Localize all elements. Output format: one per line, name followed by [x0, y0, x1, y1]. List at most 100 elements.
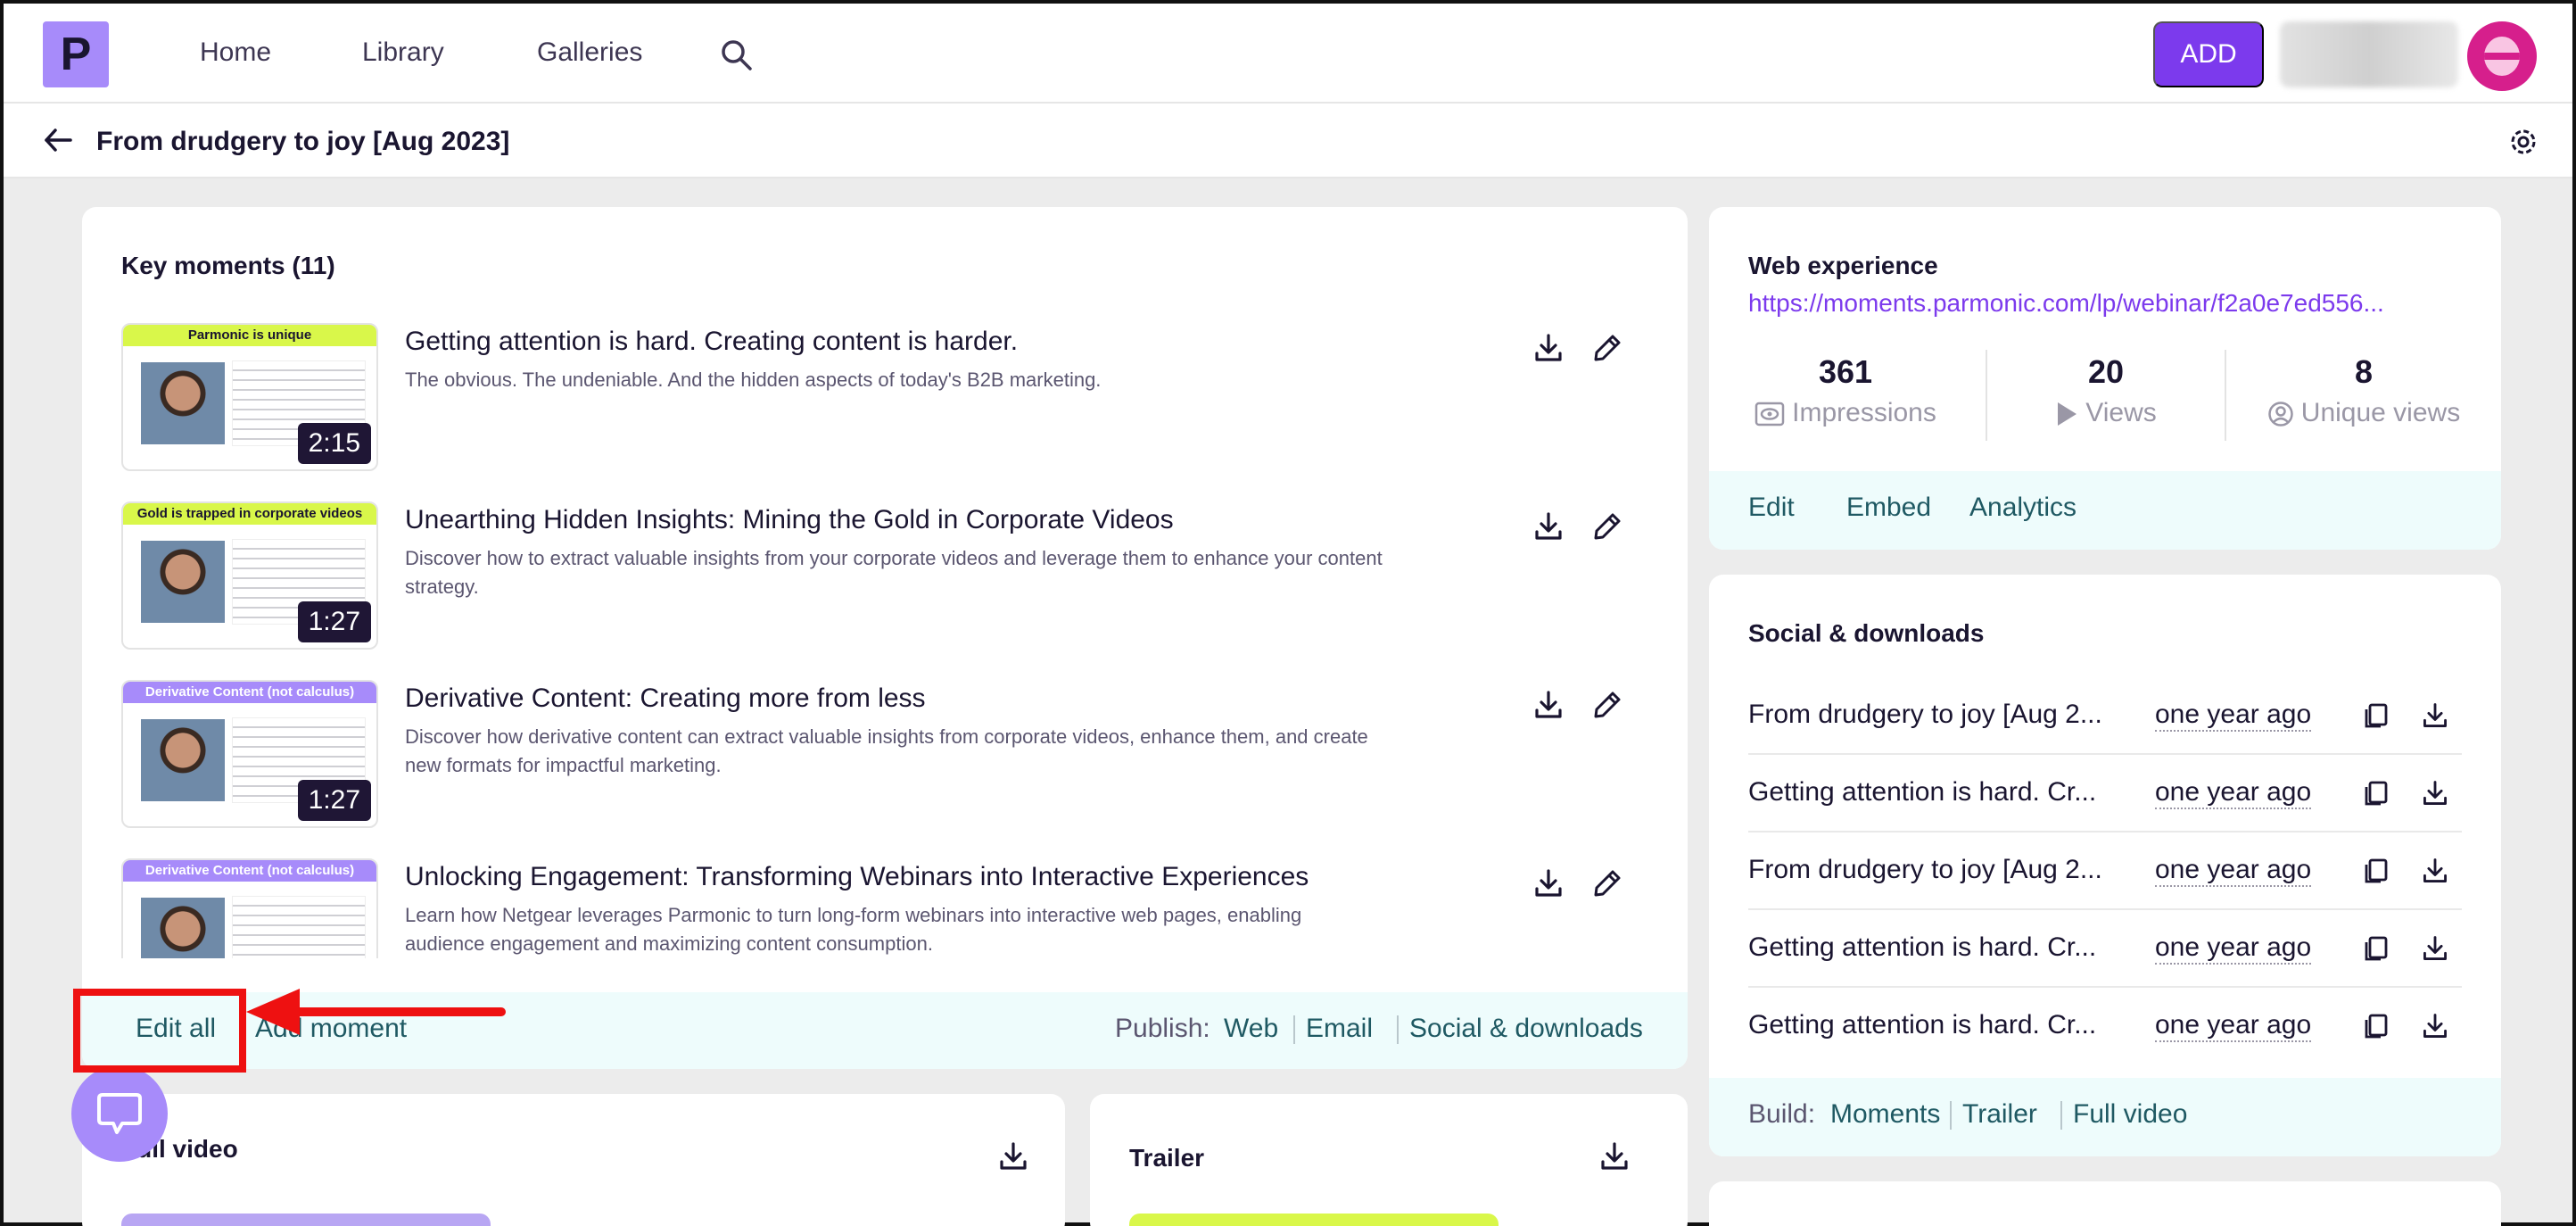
- duration-badge: 1:27: [297, 780, 371, 821]
- parmonic-logo[interactable]: P: [43, 21, 109, 87]
- nav-library-link[interactable]: Library: [362, 37, 444, 68]
- publish-web-link[interactable]: Web: [1224, 1014, 1278, 1044]
- chat-widget-button[interactable]: [71, 1065, 168, 1162]
- list-item[interactable]: From drudgery to joy [Aug 2... one year …: [1748, 833, 2462, 910]
- asset-name[interactable]: Getting attention is hard. Cr...: [1748, 932, 2096, 963]
- pencil-icon[interactable]: [1591, 510, 1623, 543]
- moment-description: Learn how Netgear leverages Parmonic to …: [405, 904, 1302, 955]
- build-full-video-link[interactable]: Full video: [2073, 1099, 2187, 1130]
- asset-name[interactable]: Getting attention is hard. Cr...: [1748, 1010, 2096, 1040]
- play-icon: [2055, 401, 2078, 427]
- publish-label: Publish:: [1115, 1014, 1210, 1043]
- full-video-card: Full video: [82, 1094, 1065, 1226]
- build-trailer-link[interactable]: Trailer: [1962, 1099, 2037, 1130]
- user-circle-icon: [2267, 401, 2294, 427]
- nav-galleries-link[interactable]: Galleries: [537, 37, 642, 68]
- impressions-count: 361: [1818, 353, 1873, 390]
- next-card: [1709, 1181, 2501, 1226]
- impressions-stat: Impressions: [1709, 398, 1982, 428]
- copy-icon[interactable]: [2362, 701, 2390, 730]
- moment-thumbnail[interactable]: Parmonic is unique 2:15: [121, 323, 378, 471]
- social-downloads-title: Social & downloads: [1748, 619, 1985, 647]
- web-embed-link[interactable]: Embed: [1846, 493, 1931, 523]
- speaker-image: [141, 362, 225, 444]
- download-icon[interactable]: [2421, 934, 2449, 963]
- download-icon[interactable]: [1532, 332, 1565, 364]
- search-icon[interactable]: [719, 37, 755, 73]
- list-item[interactable]: Getting attention is hard. Cr... one yea…: [1748, 911, 2462, 988]
- download-icon[interactable]: [1532, 689, 1565, 721]
- copy-icon[interactable]: [2362, 1012, 2390, 1040]
- list-item[interactable]: From drudgery to joy [Aug 2... one year …: [1748, 678, 2462, 755]
- copy-icon[interactable]: [2362, 934, 2390, 963]
- asset-name[interactable]: Getting attention is hard. Cr...: [1748, 777, 2096, 808]
- trailer-thumbnail[interactable]: [1129, 1214, 1499, 1226]
- full-video-thumbnail[interactable]: [121, 1214, 491, 1226]
- download-icon[interactable]: [1598, 1140, 1631, 1172]
- moment-item[interactable]: Gold is trapped in corporate videos 1:27…: [121, 501, 1655, 650]
- gear-icon[interactable]: [2508, 127, 2539, 157]
- duration-badge: 1:27: [297, 601, 371, 642]
- web-experience-url[interactable]: https://moments.parmonic.com/lp/webinar/…: [1748, 289, 2384, 318]
- avatar[interactable]: [2467, 21, 2537, 91]
- list-item[interactable]: Getting attention is hard. Cr... one yea…: [1748, 756, 2462, 833]
- asset-name[interactable]: From drudgery to joy [Aug 2...: [1748, 700, 2102, 730]
- user-name-blurred[interactable]: [2280, 21, 2458, 87]
- moment-title[interactable]: Unearthing Hidden Insights: Mining the G…: [405, 505, 1174, 535]
- moment-item[interactable]: Parmonic is unique 2:15 Getting attentio…: [121, 323, 1655, 471]
- asset-time: one year ago: [2155, 700, 2312, 732]
- asset-time: one year ago: [2155, 855, 2312, 887]
- web-analytics-link[interactable]: Analytics: [1969, 493, 2076, 523]
- moment-description: Discover how derivative content can extr…: [405, 725, 1368, 776]
- pencil-icon[interactable]: [1591, 867, 1623, 899]
- web-edit-link[interactable]: Edit: [1748, 493, 1795, 523]
- build-moments-link[interactable]: Moments: [1830, 1099, 1940, 1130]
- download-icon[interactable]: [1532, 510, 1565, 543]
- download-icon[interactable]: [2421, 857, 2449, 885]
- asset-name[interactable]: From drudgery to joy [Aug 2...: [1748, 855, 2102, 885]
- download-icon[interactable]: [2421, 1012, 2449, 1040]
- download-icon[interactable]: [997, 1140, 1029, 1172]
- back-arrow-icon[interactable]: [43, 125, 73, 155]
- top-nav: P Home Library Galleries ADD: [4, 4, 2572, 104]
- speaker-image: [141, 898, 225, 958]
- slide-image: [232, 896, 366, 958]
- divider: [1950, 1101, 1952, 1130]
- download-icon[interactable]: [2421, 701, 2449, 730]
- trailer-title: Trailer: [1129, 1144, 1205, 1172]
- moment-thumbnail[interactable]: Derivative Content (not calculus) 1:27: [121, 680, 378, 828]
- moment-title[interactable]: Derivative Content: Creating more from l…: [405, 683, 926, 714]
- moment-thumbnail[interactable]: Gold is trapped in corporate videos 1:27: [121, 501, 378, 650]
- download-icon[interactable]: [1532, 867, 1565, 899]
- social-downloads-footer: Build: Moments Trailer Full video: [1709, 1078, 2501, 1156]
- asset-time: one year ago: [2155, 932, 2312, 965]
- add-button[interactable]: ADD: [2153, 21, 2264, 87]
- moment-title[interactable]: Getting attention is hard. Creating cont…: [405, 327, 1018, 357]
- pencil-icon[interactable]: [1591, 332, 1623, 364]
- unique-views-label: Unique views: [2300, 398, 2461, 427]
- web-experience-card: Web experience https://moments.parmonic.…: [1709, 207, 2501, 550]
- title-bar: From drudgery to joy [Aug 2023]: [4, 104, 2572, 178]
- thumbnail-banner: Gold is trapped in corporate videos: [123, 503, 376, 525]
- moment-thumbnail[interactable]: Derivative Content (not calculus): [121, 858, 378, 958]
- thumbnail-banner: Derivative Content (not calculus): [123, 860, 376, 882]
- page-title: From drudgery to joy [Aug 2023]: [96, 127, 510, 156]
- copy-icon[interactable]: [2362, 779, 2390, 808]
- unique-views-stat: Unique views: [2226, 398, 2501, 428]
- divider: [2060, 1101, 2062, 1130]
- nav-home-link[interactable]: Home: [200, 37, 271, 68]
- moment-description: The obvious. The undeniable. And the hid…: [405, 369, 1102, 391]
- thumbnail-banner: Derivative Content (not calculus): [123, 682, 376, 703]
- moment-title[interactable]: Unlocking Engagement: Transforming Webin…: [405, 862, 1309, 892]
- publish-email-link[interactable]: Email: [1306, 1014, 1373, 1044]
- publish-social-link[interactable]: Social & downloads: [1409, 1014, 1643, 1044]
- moment-item[interactable]: Derivative Content (not calculus) Unlock…: [121, 858, 1655, 958]
- pencil-icon[interactable]: [1591, 689, 1623, 721]
- unique-views-count: 8: [2354, 353, 2374, 390]
- copy-icon[interactable]: [2362, 857, 2390, 885]
- moment-item[interactable]: Derivative Content (not calculus) 1:27 D…: [121, 680, 1655, 828]
- list-item[interactable]: Getting attention is hard. Cr... one yea…: [1748, 989, 2462, 1042]
- download-icon[interactable]: [2421, 779, 2449, 808]
- impressions-label: Impressions: [1792, 398, 1936, 427]
- annotation-highlight-box: [73, 989, 246, 1073]
